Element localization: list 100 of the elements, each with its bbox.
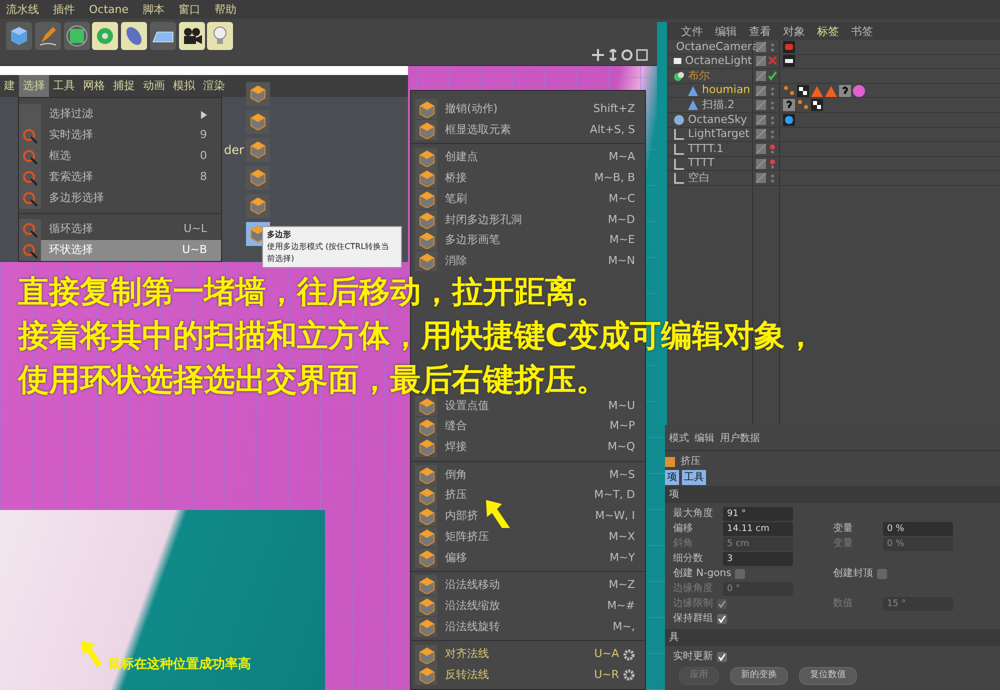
sphere-tag-icon[interactable] (853, 84, 865, 97)
object-name[interactable]: TTTT (688, 155, 714, 172)
tab[interactable]: 查看 (749, 24, 771, 40)
menu-item[interactable]: 网格 (79, 75, 109, 97)
menu-item[interactable]: 多边形画笔 M~E (411, 230, 645, 251)
menu-item[interactable]: 用户数据 (720, 431, 760, 446)
menu-item[interactable]: 编辑 (694, 431, 714, 446)
object-name[interactable]: LightTarget (688, 126, 750, 143)
menu-item[interactable]: 建 (0, 75, 19, 97)
menu-item[interactable]: 设置点值 M~U (411, 396, 645, 416)
visibility-dot-icon[interactable] (768, 86, 777, 96)
number-field[interactable]: 91 ° (723, 506, 793, 520)
menu-item[interactable]: 倒角 M~S (411, 464, 645, 486)
dots-tag-icon[interactable] (797, 99, 809, 112)
tab[interactable]: 对象 (783, 24, 805, 40)
menu-item[interactable]: 多边形选择 (19, 188, 221, 209)
enabled-check-icon[interactable] (768, 70, 777, 81)
menu-item[interactable]: 沿法线缩放 M~# (411, 596, 645, 616)
layer-toggle-icon[interactable] (756, 173, 766, 184)
visibility-dot-icon[interactable] (768, 114, 777, 125)
object-name[interactable]: 空白 (688, 170, 710, 186)
menu-item[interactable]: 脚本 (142, 2, 164, 17)
menu-item[interactable]: 笔刷 M~C (411, 188, 645, 210)
layer-toggle-icon[interactable] (756, 70, 766, 81)
menu-item[interactable]: 动画 (139, 75, 169, 97)
number-field[interactable]: 0 % (883, 522, 953, 536)
menu-item[interactable]: 帮助 (214, 2, 236, 17)
menu-item[interactable]: 插件 (53, 2, 75, 17)
visibility-dot-icon[interactable] (768, 100, 777, 110)
menu-item[interactable]: 循环选择 U~L (19, 219, 221, 240)
layer-toggle-icon[interactable] (756, 158, 766, 169)
menu-item[interactable]: 模式 (669, 431, 689, 446)
move-icon[interactable] (592, 49, 604, 61)
menu-item[interactable]: 消除 M~N (411, 250, 645, 272)
menu-item[interactable]: 桥接 M~B, B (411, 168, 645, 189)
menu-item[interactable]: 模拟 (169, 75, 199, 97)
menu-item[interactable]: 反转法线 U~R (411, 664, 645, 686)
visibility-dot-icon[interactable] (768, 158, 777, 169)
checker-tag-icon[interactable] (797, 84, 809, 97)
menu-item[interactable]: 捕捉 (109, 75, 139, 97)
visibility-dot-icon[interactable] (768, 42, 777, 52)
menu-item[interactable]: 创建点 M~A (411, 147, 645, 168)
visibility-dot-icon[interactable] (768, 129, 777, 140)
menu-item[interactable]: 选择过滤 (19, 104, 221, 125)
gear-icon[interactable] (623, 648, 635, 661)
visibility-dot-icon[interactable] (768, 173, 777, 184)
menu-item[interactable]: 实时选择 9 (19, 125, 221, 146)
updown-arrow-icon[interactable] (606, 49, 618, 61)
gear-icon[interactable] (623, 669, 635, 682)
menu-item[interactable]: 渲染 (199, 75, 229, 97)
question-tag-icon[interactable] (839, 84, 851, 97)
menu-item[interactable]: 沿法线移动 M~Z (411, 575, 645, 596)
tab[interactable]: 书签 (851, 24, 873, 40)
menu-item[interactable]: 封闭多边形孔洞 M~D (411, 209, 645, 230)
action-button[interactable]: 新的变换 (730, 667, 788, 684)
layer-toggle-icon[interactable] (756, 129, 766, 140)
object-name[interactable]: 扫描.2 (702, 96, 734, 114)
object-name[interactable]: OctaneLight (685, 53, 752, 70)
number-field[interactable]: 3 (723, 552, 793, 566)
menu-item[interactable]: 沿法线旋转 M~, (411, 616, 645, 638)
object-name[interactable]: TTTT.1 (688, 140, 724, 158)
question-tag-icon[interactable] (783, 99, 795, 112)
action-button[interactable]: 复位数值 (799, 667, 857, 684)
section-header[interactable]: 具 (665, 629, 1000, 646)
layer-toggle-icon[interactable] (756, 144, 766, 154)
menu-item[interactable]: 框选 0 (19, 146, 221, 167)
menu-item[interactable]: 对齐法线 U~A (411, 644, 645, 665)
menu-item[interactable]: 选择 (19, 75, 49, 97)
layer-toggle-icon[interactable] (756, 42, 766, 52)
object-name[interactable]: OctaneSky (688, 112, 747, 128)
window-icon[interactable] (636, 49, 648, 61)
menu-item[interactable]: 窗口 (178, 2, 200, 17)
layer-toggle-icon[interactable] (756, 114, 766, 125)
visibility-dot-icon[interactable] (768, 144, 777, 154)
menu-item[interactable]: 工具 (49, 75, 79, 97)
menu-item[interactable]: 内部挤 M~W, I (411, 506, 645, 527)
tab[interactable]: 工具 (682, 470, 706, 485)
tab[interactable]: 编辑 (715, 24, 737, 40)
layer-toggle-icon[interactable] (756, 100, 766, 110)
camera-tag-icon[interactable] (783, 40, 795, 53)
checkbox[interactable] (735, 568, 746, 578)
sky-tag-icon[interactable] (783, 114, 795, 126)
rotate-icon[interactable] (621, 49, 634, 61)
menu-item[interactable]: 套索选择 8 (19, 167, 221, 188)
number-field[interactable]: 14.11 cm (723, 522, 793, 536)
menu-item[interactable]: 偏移 M~Y (411, 547, 645, 568)
layer-toggle-icon[interactable] (756, 56, 766, 66)
dots-tag-icon[interactable] (783, 84, 795, 97)
object-name[interactable]: OctaneCamera (676, 38, 759, 56)
light-tag-icon[interactable] (783, 55, 795, 68)
menu-item[interactable]: 撤销(动作) Shift+Z (411, 99, 645, 120)
menu-item[interactable]: 矩阵挤压 M~X (411, 526, 645, 548)
menu-item[interactable]: 环状选择 U~B (19, 240, 221, 261)
layer-toggle-icon[interactable] (756, 86, 766, 96)
section-header[interactable]: 项 (665, 486, 1000, 503)
menu-item[interactable]: 挤压 M~T, D (411, 485, 645, 506)
checkbox[interactable] (717, 614, 727, 624)
checkbox[interactable] (717, 652, 727, 662)
menu-item[interactable]: 焊接 M~Q (411, 437, 645, 458)
checkbox[interactable] (877, 568, 887, 578)
